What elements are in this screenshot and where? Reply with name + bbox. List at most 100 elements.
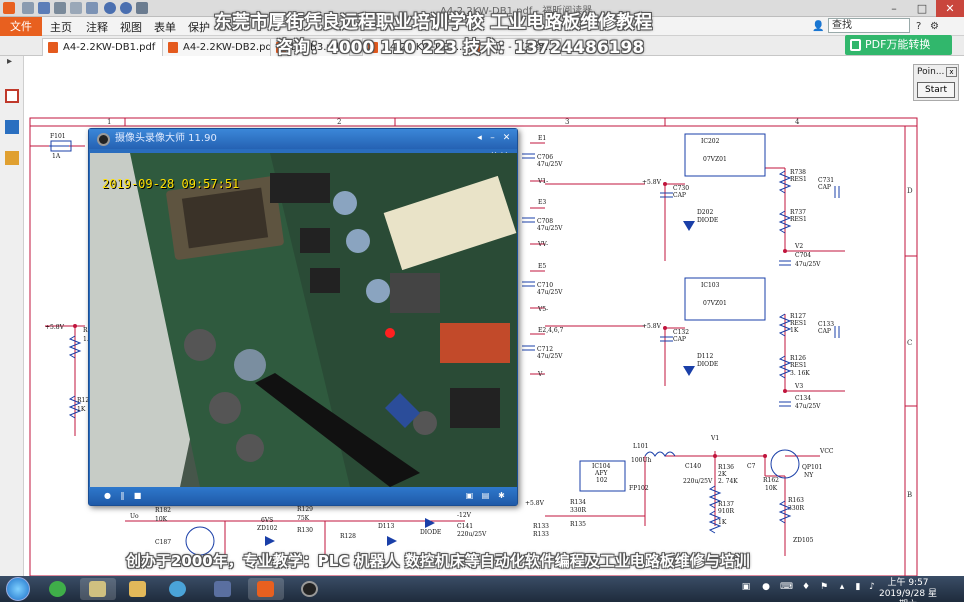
schematic-label: D113 xyxy=(378,523,394,530)
taskbar-app[interactable] xyxy=(248,578,284,600)
grid-row-label: B xyxy=(907,491,912,499)
camera-minimize-button[interactable]: – xyxy=(486,132,499,145)
menu-protect[interactable]: 保护 xyxy=(188,19,210,35)
tab-label: A4-2.2KW-DB2.pdf xyxy=(183,42,276,53)
maximize-button[interactable]: □ xyxy=(908,0,936,17)
schematic-label: 47u/25V xyxy=(537,289,563,296)
schematic-label: R129 xyxy=(297,506,313,513)
schematic-label: 6VS xyxy=(261,517,273,524)
schematic-label: IC202 xyxy=(701,138,720,145)
schematic-label: 07VZ01 xyxy=(703,300,727,307)
grid-row-label: C xyxy=(907,339,912,347)
windows-taskbar: ▣ ● ⌨ ♦ ⚑ ▴ ▮ ♪ 上午 9:57 2019/9/28 星期六 xyxy=(0,576,964,610)
tab-document[interactable]: A4-2.2KW-DB2.pdf xyxy=(162,38,283,56)
schematic-label: IC104 xyxy=(592,463,611,470)
tab-document[interactable]: A4-2.2KW-DB1.pdf✕ xyxy=(42,38,179,56)
schematic-label: DIODE xyxy=(697,217,718,224)
save-icon[interactable] xyxy=(38,2,50,14)
taskbar-app[interactable] xyxy=(40,578,76,600)
schematic-label: R133 xyxy=(533,531,549,538)
schematic-label: 1K xyxy=(790,327,799,334)
schematic-label: C132 xyxy=(673,329,689,336)
browser-icon xyxy=(49,581,66,597)
print-icon[interactable] xyxy=(54,2,66,14)
bookmark-icon[interactable] xyxy=(5,89,19,103)
taskbar-app[interactable] xyxy=(120,578,156,600)
tray-flag-icon[interactable]: ⚑ xyxy=(818,582,830,594)
schematic-label: R162 xyxy=(763,477,779,484)
taskbar-app[interactable] xyxy=(160,578,196,600)
schematic-label: E3 xyxy=(538,199,546,206)
pdf-convert-button[interactable]: PDF万能转换 xyxy=(845,35,952,55)
schematic-label: C133 xyxy=(818,321,834,328)
schematic-label: 220u/25V xyxy=(683,478,713,485)
schematic-label: AFY xyxy=(594,470,608,477)
schematic-label: R136 xyxy=(718,464,734,471)
schematic-label: DIODE xyxy=(697,361,718,368)
camera-title: 摄像头录像大师 11.90 xyxy=(115,133,217,144)
schematic-label: 330R xyxy=(788,505,804,512)
system-clock[interactable]: 上午 9:57 2019/9/28 星期六 xyxy=(876,578,940,611)
tray-input-icon[interactable]: ▣ xyxy=(740,582,752,594)
schematic-label: ZD105 xyxy=(793,537,814,544)
tray-network-icon[interactable]: ▮ xyxy=(852,582,864,594)
start-menu-icon[interactable] xyxy=(6,577,30,601)
taskbar-app[interactable] xyxy=(292,578,328,600)
comments-icon[interactable] xyxy=(5,151,19,165)
camera-recorder-window[interactable]: 摄像头录像大师 11.90 ◂ – ✕ 菜单 xyxy=(88,128,518,506)
schematic-label: C141 xyxy=(457,523,473,530)
undo-icon[interactable] xyxy=(104,2,116,14)
schematic-label: C706 xyxy=(537,154,553,161)
schematic-label: IC103 xyxy=(701,282,720,289)
schematic-label: DIODE xyxy=(420,529,441,536)
redo-icon[interactable] xyxy=(120,2,132,14)
expand-panel-icon[interactable]: ▸ xyxy=(7,56,17,67)
taskbar-app[interactable] xyxy=(205,578,241,600)
snapshot-icon[interactable]: ▣ xyxy=(463,490,476,502)
camera-options-icon[interactable]: ✱ xyxy=(495,490,508,502)
tray-usb-icon[interactable]: ♦ xyxy=(800,582,812,594)
folder-icon[interactable]: ▤ xyxy=(479,490,492,502)
open-icon[interactable] xyxy=(22,2,34,14)
schematic-label: 2. 74K xyxy=(718,478,738,485)
hand-tool-icon[interactable] xyxy=(136,2,148,14)
pause-icon[interactable]: ‖ xyxy=(116,490,129,502)
camera-close-button[interactable]: ✕ xyxy=(500,132,513,145)
media-icon xyxy=(214,581,231,597)
camera-settings-icon[interactable]: ◂ xyxy=(473,132,486,145)
schematic-label: 102 xyxy=(596,477,608,484)
user-icon[interactable]: 👤 xyxy=(812,17,824,36)
schematic-label: 2K xyxy=(718,471,727,478)
schematic-label: RES1 xyxy=(790,176,807,183)
minimize-button[interactable]: – xyxy=(880,0,908,17)
schematic-label: V1 xyxy=(710,435,719,442)
file-menu-button[interactable]: 文件 xyxy=(0,17,42,36)
pages-icon[interactable] xyxy=(5,120,19,134)
close-button[interactable]: ✕ xyxy=(936,0,964,17)
schematic-label: C710 xyxy=(537,282,553,289)
panel-close-button[interactable]: x xyxy=(946,67,957,77)
panel-title: Poin... xyxy=(917,67,945,77)
schematic-label: E2,4,6,7 xyxy=(538,327,564,334)
search-input[interactable]: 查找 xyxy=(828,18,910,33)
start-button[interactable]: Start xyxy=(917,82,955,98)
schematic-label: D112 xyxy=(697,353,713,360)
settings-icon[interactable]: ⚙ xyxy=(930,17,939,36)
menu-form[interactable]: 表单 xyxy=(154,19,176,35)
menu-comment[interactable]: 注释 xyxy=(86,19,108,35)
taskbar-app[interactable] xyxy=(80,578,116,600)
help-icon[interactable]: ? xyxy=(916,17,921,36)
stop-icon[interactable]: ■ xyxy=(131,490,144,502)
schematic-label: 1A xyxy=(52,153,61,160)
tray-app-icon[interactable]: ● xyxy=(760,582,772,594)
menu-view[interactable]: 视图 xyxy=(120,19,142,35)
overlay-bottom: 创办于2000年，专业教学：PLC 机器人 数控机床等自动化软件编程及工业电路板… xyxy=(126,552,750,570)
new-doc-icon[interactable] xyxy=(70,2,82,14)
schematic-label: R134 xyxy=(570,499,586,506)
tray-keyboard-icon[interactable]: ⌨ xyxy=(780,582,793,594)
copy-icon[interactable] xyxy=(86,2,98,14)
schematic-label: R127 xyxy=(790,313,806,320)
tray-show-hidden-icon[interactable]: ▴ xyxy=(836,582,848,594)
record-icon[interactable]: ● xyxy=(101,490,114,502)
menu-home[interactable]: 主页 xyxy=(50,19,72,35)
